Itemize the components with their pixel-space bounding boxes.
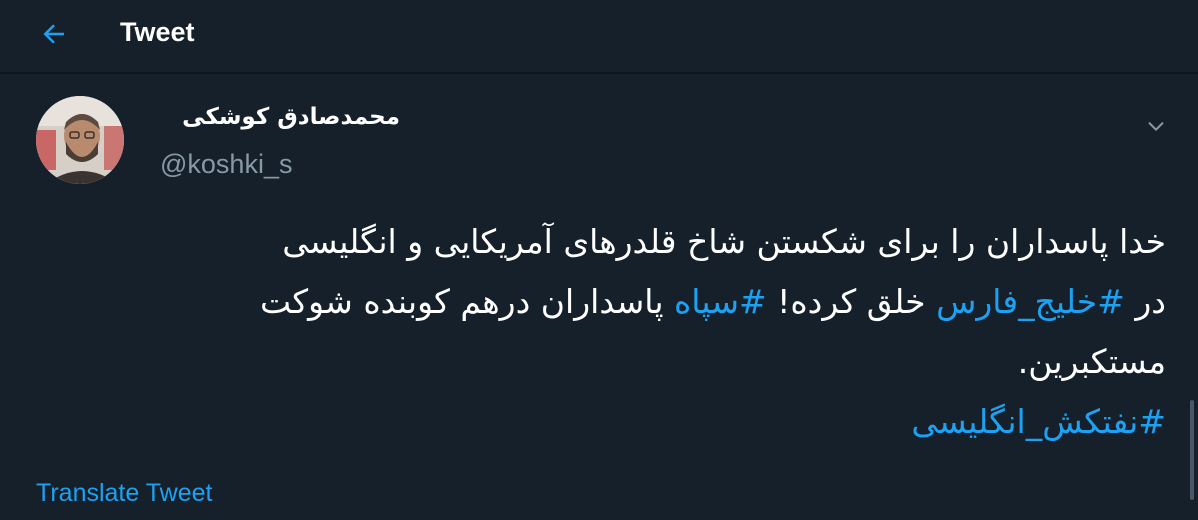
tweet-line: در #خلیج_فارس خلق کرده! #سپاه پاسداران د… (30, 272, 1166, 332)
hashtag-link[interactable]: #خلیج_فارس (936, 282, 1125, 321)
scrollbar[interactable] (1190, 400, 1194, 500)
tweet-line: #نفتکش_انگلیسی (30, 392, 1166, 452)
avatar[interactable] (36, 96, 124, 184)
hashtag-link[interactable]: #سپاه (674, 282, 767, 321)
translate-tweet-link[interactable]: Translate Tweet (36, 476, 212, 510)
author-display-name[interactable]: محمدصادق کوشکی (158, 100, 400, 134)
page-title: Tweet (120, 17, 195, 47)
author-handle[interactable]: @koshki_s (160, 146, 292, 182)
chevron-down-icon (1148, 122, 1164, 131)
tweet-text-segment: خلق کرده! (766, 282, 937, 321)
hashtag-link[interactable]: #نفتکش_انگلیسی (911, 402, 1166, 441)
tweet-text-segment: پاسداران درهم کوبنده شوکت (260, 282, 675, 321)
user-avatar-image (36, 96, 124, 184)
tweet-line: مستکبرین. (1017, 342, 1166, 381)
tweet-line: خدا پاسداران را برای شکستن شاخ قلدرهای آ… (282, 222, 1166, 261)
tweet-body: خدا پاسداران را برای شکستن شاخ قلدرهای آ… (30, 212, 1166, 452)
tweet-text-segment: در (1124, 282, 1166, 321)
back-button[interactable] (34, 14, 74, 54)
top-bar: Tweet (0, 0, 1198, 74)
arrow-left-icon (43, 24, 64, 44)
tweet-options-button[interactable] (1140, 110, 1172, 142)
